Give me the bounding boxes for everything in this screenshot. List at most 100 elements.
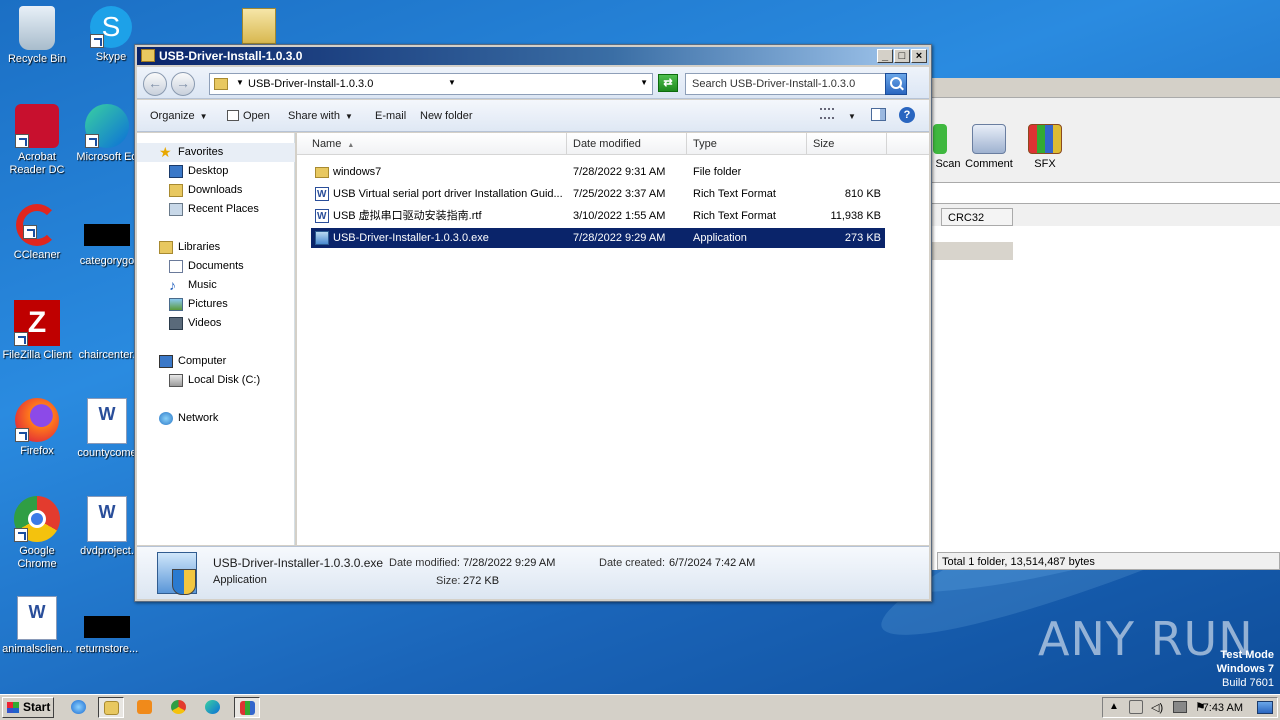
- details-file-type: Application: [213, 574, 267, 586]
- comment-icon: [972, 124, 1006, 154]
- nav-local-disk[interactable]: Local Disk (C:): [137, 371, 295, 390]
- column-date-modified[interactable]: Date modified: [567, 133, 687, 155]
- firefox-icon: [15, 398, 59, 442]
- desktop-icon-recycle-bin[interactable]: Recycle Bin: [0, 6, 74, 66]
- taskbar-explorer[interactable]: [98, 697, 124, 718]
- desktop-icon: [169, 165, 183, 178]
- desktop-icon-animalsclien[interactable]: W animalsclien...: [0, 596, 74, 656]
- organize-button[interactable]: Organize ▼: [150, 110, 208, 122]
- search-input[interactable]: Search USB-Driver-Install-1.0.3.0: [685, 73, 907, 95]
- desktop-icon-countycome[interactable]: W countycome: [70, 398, 144, 460]
- maximize-button[interactable]: □: [894, 49, 910, 63]
- column-type[interactable]: Type: [687, 133, 807, 155]
- window-title: USB-Driver-Install-1.0.3.0: [159, 49, 303, 63]
- nav-desktop[interactable]: Desktop: [137, 162, 295, 181]
- new-folder-button[interactable]: New folder: [420, 110, 473, 122]
- breadcrumb[interactable]: USB-Driver-Install-1.0.3.0: [248, 78, 373, 90]
- crc32-column-header[interactable]: CRC32: [941, 208, 1013, 226]
- search-icon[interactable]: [885, 73, 907, 95]
- action-center-icon[interactable]: [1129, 700, 1143, 714]
- network-icon: [159, 412, 173, 425]
- preview-pane-button[interactable]: [871, 108, 886, 124]
- close-button[interactable]: ×: [911, 49, 927, 63]
- comment-button[interactable]: Comment: [965, 124, 1013, 170]
- chrome-icon: [14, 496, 60, 542]
- desktop-folder-icon[interactable]: [242, 8, 276, 44]
- back-button[interactable]: ←: [143, 72, 167, 96]
- recent-places-icon: [169, 203, 183, 216]
- desktop-icon-categorygo[interactable]: categorygo: [70, 204, 144, 268]
- start-button[interactable]: Start: [2, 697, 54, 718]
- desktop-icon-acrobat[interactable]: Acrobat Reader DC: [0, 104, 74, 177]
- word-document-icon: W: [87, 398, 127, 444]
- show-hidden-icons-icon[interactable]: ▲: [1109, 701, 1119, 712]
- nav-recent-places[interactable]: Recent Places: [137, 200, 295, 219]
- address-dropdown-icon[interactable]: ▼: [640, 78, 648, 87]
- music-icon: ♪: [169, 277, 176, 293]
- taskbar-edge[interactable]: [200, 697, 226, 718]
- nav-videos[interactable]: Videos: [137, 314, 295, 333]
- share-with-button[interactable]: Share with ▼: [288, 110, 353, 122]
- show-desktop-button[interactable]: [1257, 701, 1273, 714]
- scan-icon: [933, 124, 947, 154]
- title-bar[interactable]: USB-Driver-Install-1.0.3.0 _ □ ×: [137, 47, 929, 65]
- explorer-window[interactable]: USB-Driver-Install-1.0.3.0 _ □ × ← → ▼ U…: [134, 44, 932, 602]
- chevron-down-icon[interactable]: ▼: [448, 78, 456, 87]
- minimize-button[interactable]: _: [877, 49, 893, 63]
- forward-button[interactable]: →: [171, 72, 195, 96]
- column-size[interactable]: Size: [807, 133, 887, 155]
- details-date-modified-label: Date modified:: [389, 557, 460, 569]
- view-options-button[interactable]: ▼: [820, 108, 856, 122]
- command-bar: Organize ▼ Open Share with ▼ E-mail New fo…: [137, 100, 929, 132]
- nav-favorites[interactable]: ★ Favorites: [137, 143, 295, 162]
- edge-icon: [85, 104, 129, 148]
- clock[interactable]: 7:43 AM: [1203, 702, 1243, 714]
- taskbar-chrome[interactable]: [166, 697, 192, 718]
- email-button[interactable]: E-mail: [375, 110, 406, 122]
- skype-icon: S: [90, 6, 132, 48]
- chevron-right-icon[interactable]: ▼: [236, 78, 244, 87]
- volume-icon[interactable]: ◁): [1151, 701, 1163, 714]
- taskbar-media-player[interactable]: [132, 697, 158, 718]
- taskbar-archiver[interactable]: [234, 697, 260, 718]
- taskbar-ie[interactable]: [66, 697, 92, 718]
- refresh-button[interactable]: ⇄: [658, 74, 678, 92]
- column-name[interactable]: Name ▲: [297, 133, 567, 155]
- computer-icon: [159, 355, 173, 368]
- desktop-icon-chaircenter[interactable]: chaircenter.: [70, 300, 144, 362]
- help-button[interactable]: ?: [899, 107, 915, 123]
- details-pane: USB-Driver-Installer-1.0.3.0.exe Applica…: [137, 546, 929, 599]
- desktop-icon-chrome[interactable]: Google Chrome: [0, 496, 74, 571]
- desktop-icon-returnstore[interactable]: returnstore...: [70, 596, 144, 656]
- sort-ascending-icon: ▲: [347, 142, 355, 149]
- nav-computer[interactable]: Computer: [137, 352, 295, 371]
- sfx-button[interactable]: SFX: [1023, 124, 1067, 170]
- desktop-icon-edge[interactable]: Microsoft Ed: [70, 104, 144, 164]
- nav-libraries[interactable]: Libraries: [137, 238, 295, 257]
- details-file-name: USB-Driver-Installer-1.0.3.0.exe: [213, 556, 384, 570]
- file-row-chinese-guide[interactable]: USB 虚拟串口驱动安装指南.rtf 3/10/2022 1:55 AM Ric…: [311, 206, 885, 227]
- navigation-pane: ★ Favorites Desktop Downloads Recent Plac…: [137, 133, 295, 545]
- test-mode-watermark: Test Mode Windows 7 Build 7601: [1216, 649, 1274, 689]
- file-row-installation-guide[interactable]: USB Virtual serial port driver Installat…: [311, 184, 885, 205]
- file-row-installer-exe[interactable]: USB-Driver-Installer-1.0.3.0.exe 7/28/20…: [311, 228, 885, 248]
- scan-button[interactable]: Scan: [933, 124, 963, 170]
- background-archive-window[interactable]: Scan Comment SFX CRC32 Total 1 folder, 1…: [930, 78, 1280, 570]
- network-icon[interactable]: [1173, 701, 1187, 713]
- desktop-icon-firefox[interactable]: Firefox: [0, 398, 74, 458]
- file-row-windows7[interactable]: windows7 7/28/2022 9:31 AM File folder: [311, 162, 885, 182]
- open-button[interactable]: Open: [227, 110, 270, 122]
- folder-icon: [104, 701, 119, 715]
- address-bar[interactable]: ▼ USB-Driver-Install-1.0.3.0 ▼ ▼: [209, 73, 653, 95]
- nav-music[interactable]: ♪ Music: [137, 276, 295, 295]
- desktop-icon-dvdproject[interactable]: W dvdproject.: [70, 496, 144, 558]
- word-document-icon: W: [17, 596, 57, 640]
- nav-pictures[interactable]: Pictures: [137, 295, 295, 314]
- installer-icon: [315, 231, 329, 245]
- nav-downloads[interactable]: Downloads: [137, 181, 295, 200]
- desktop-icon-filezilla[interactable]: Z FileZilla Client: [0, 300, 74, 362]
- nav-network[interactable]: Network: [137, 409, 295, 428]
- chevron-down-icon: ▼: [344, 112, 353, 121]
- nav-documents[interactable]: Documents: [137, 257, 295, 276]
- desktop-icon-ccleaner[interactable]: CCleaner: [0, 204, 74, 262]
